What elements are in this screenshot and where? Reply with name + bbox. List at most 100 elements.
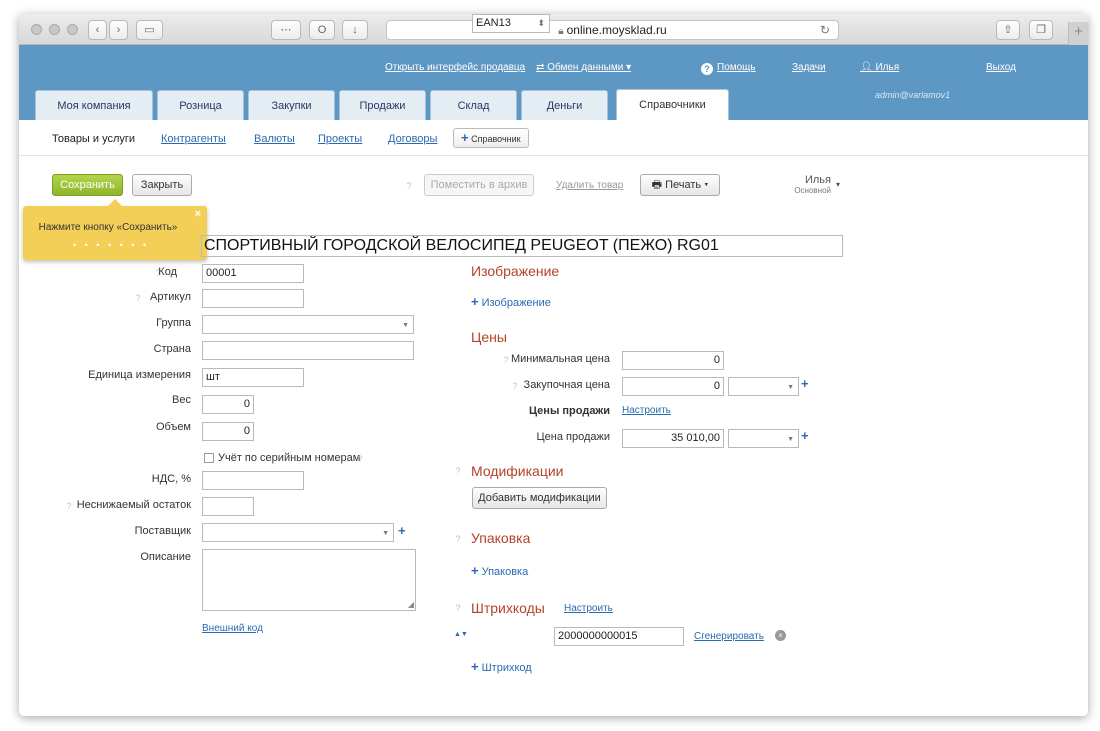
opera-icon[interactable]: O (309, 20, 335, 40)
generate-barcode-link[interactable]: Сгенерировать (694, 631, 764, 642)
delete-product-link[interactable]: Удалить товар (556, 180, 623, 191)
code-input[interactable]: 00001 (202, 264, 304, 283)
subnav-currencies[interactable]: Валюты (254, 133, 295, 145)
min-stock-input[interactable] (202, 497, 254, 516)
tab-sales[interactable]: Продажи (339, 90, 426, 120)
prices-section-title: Цены (471, 329, 507, 345)
barcode-type-select[interactable]: EAN13 ⬍ (472, 14, 550, 33)
add-supplier-plus-icon[interactable]: + (398, 523, 406, 538)
help-link[interactable]: ? Помощь (701, 62, 756, 75)
tab-my-company[interactable]: Моя компания (35, 90, 153, 120)
chevron-down-icon: ▾ (701, 179, 709, 191)
barcode-input[interactable]: 2000000000015 (554, 627, 684, 646)
remove-barcode-icon[interactable]: × (775, 630, 786, 641)
description-textarea[interactable]: ◢ (202, 549, 416, 611)
minimize-window-button[interactable] (49, 24, 60, 35)
plus-icon: + (471, 294, 479, 309)
sidebar-icon[interactable]: ▭ (136, 20, 163, 40)
forward-icon[interactable]: › (109, 20, 128, 40)
unit-input[interactable]: шт (202, 368, 304, 387)
add-sale-price-plus-icon[interactable]: + (801, 428, 809, 443)
close-button[interactable]: Закрыть (132, 174, 192, 196)
sale-price-input[interactable]: 35 010,00 (622, 429, 724, 448)
archive-button[interactable]: Поместить в архив (424, 174, 534, 196)
modifications-help-icon[interactable]: ? (452, 465, 464, 477)
tasks-link[interactable]: Задачи (792, 62, 826, 73)
vat-input[interactable] (202, 471, 304, 490)
tab-directories[interactable]: Справочники (616, 89, 729, 120)
purchase-price-label: Закупочная цена (523, 379, 610, 391)
subnav-goods[interactable]: Товары и услуги (52, 133, 135, 145)
resize-handle-icon[interactable]: ◢ (408, 600, 414, 609)
add-modifications-button[interactable]: Добавить модификации (472, 487, 607, 509)
tab-retail[interactable]: Розница (157, 90, 244, 120)
country-input[interactable] (202, 341, 414, 360)
user-menu[interactable]: 👤︎ Илья (860, 62, 899, 73)
subnav-counterparties[interactable]: Контрагенты (161, 133, 226, 145)
url-text: online.moysklad.ru (566, 23, 667, 37)
sort-icon[interactable]: ▲▼ (454, 631, 468, 638)
article-input[interactable] (202, 289, 304, 308)
tab-warehouse[interactable]: Склад (430, 90, 517, 120)
subnav-contracts[interactable]: Договоры (388, 133, 437, 145)
volume-label: Объем (155, 421, 191, 433)
subnav: Товары и услуги Контрагенты Валюты Проек… (19, 120, 1088, 156)
tab-money[interactable]: Деньги (521, 90, 608, 120)
tabs-icon[interactable]: ❐ (1029, 20, 1053, 40)
min-price-label: Минимальная цена (510, 353, 610, 365)
add-image-link[interactable]: + Изображение (471, 294, 551, 309)
zoom-window-button[interactable] (67, 24, 78, 35)
vat-label: НДС, % (151, 473, 191, 485)
sale-currency-select[interactable]: ▼ (728, 429, 799, 448)
min-price-input[interactable]: 0 (622, 351, 724, 370)
data-exchange-menu[interactable]: ⇄ Обмен данными ▾ (536, 62, 631, 73)
address-bar[interactable]: 🔒︎ online.moysklad.ru ↻ (386, 20, 839, 40)
product-title-input[interactable]: СПОРТИВНЫЙ ГОРОДСКОЙ ВЕЛОСИПЕД PEUGEOT (… (201, 235, 843, 257)
back-icon[interactable]: ‹ (88, 20, 107, 40)
seller-interface-link[interactable]: Открыть интерфейс продавца (385, 62, 525, 73)
supplier-select[interactable]: ▼ (202, 523, 394, 542)
close-window-button[interactable] (31, 24, 42, 35)
print-button[interactable]: 🖶︎ Печать ▾ (640, 174, 720, 196)
plus-icon: + (471, 563, 479, 578)
group-select[interactable]: ▼ (202, 315, 414, 334)
grid-icon[interactable]: ⋯ (271, 20, 301, 40)
owner-name[interactable]: Илья (789, 174, 831, 186)
new-tab-icon[interactable]: + (1068, 22, 1088, 45)
logout-link[interactable]: Выход (986, 62, 1016, 73)
subnav-projects[interactable]: Проекты (318, 133, 362, 145)
configure-barcodes-link[interactable]: Настроить (564, 603, 613, 614)
external-code-link[interactable]: Внешний код (202, 623, 263, 634)
plus-icon: + (471, 659, 479, 674)
add-packaging-link[interactable]: + Упаковка (471, 563, 528, 578)
packaging-help-icon[interactable]: ? (452, 533, 464, 545)
serial-checkbox[interactable] (204, 453, 214, 463)
save-button[interactable]: Сохранить (52, 174, 123, 196)
tooltip-pager[interactable]: • • • • • • • (73, 240, 149, 250)
add-directory-label: Справочник (471, 134, 521, 144)
barcodes-help-icon[interactable]: ? (452, 602, 464, 614)
archive-help-icon[interactable]: ? (403, 180, 415, 192)
purchase-price-input[interactable]: 0 (622, 377, 724, 396)
share-icon[interactable]: ⇧ (996, 20, 1020, 40)
chevron-down-icon: ▼ (787, 384, 794, 391)
add-directory-button[interactable]: + Справочник (453, 128, 529, 148)
chevron-down-icon[interactable]: ▾ (836, 180, 840, 189)
download-icon[interactable]: ↓ (342, 20, 368, 40)
weight-input[interactable]: 0 (202, 395, 254, 414)
owner-group: Основной (794, 186, 831, 195)
add-purchase-price-plus-icon[interactable]: + (801, 376, 809, 391)
lock-icon: 🔒︎ (558, 26, 564, 37)
group-label: Группа (156, 317, 191, 329)
purchase-currency-select[interactable]: ▼ (728, 377, 799, 396)
reload-icon[interactable]: ↻ (820, 21, 830, 39)
close-icon[interactable]: × (195, 208, 201, 220)
add-barcode-label: Штрихкод (481, 662, 532, 674)
volume-input[interactable]: 0 (202, 422, 254, 441)
add-barcode-link[interactable]: + Штрихкод (471, 659, 532, 674)
serial-help-icon[interactable]: ? (354, 453, 366, 465)
configure-prices-link[interactable]: Настроить (622, 405, 671, 416)
chevron-down-icon: ▾ (623, 62, 632, 73)
tab-purchases[interactable]: Закупки (248, 90, 335, 120)
unit-label: Единица измерения (88, 369, 191, 381)
